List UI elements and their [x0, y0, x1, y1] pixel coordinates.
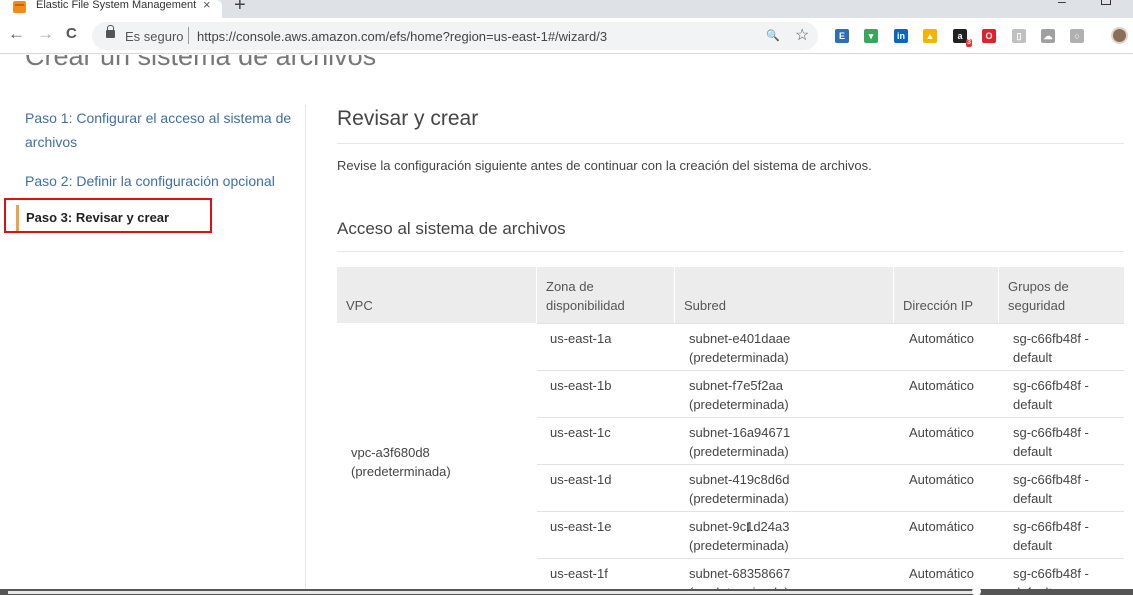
- subnet-cell: subnet-419c8d6d (predeterminada): [689, 472, 790, 506]
- az-cell: us-east-1c: [550, 425, 611, 440]
- step-2-link[interactable]: Paso 2: Definir la configuración opciona…: [25, 169, 295, 193]
- step-3-highlight-box: [4, 198, 212, 233]
- section-divider: [337, 251, 1124, 252]
- pdf-extension-icon[interactable]: ▯: [1012, 29, 1026, 43]
- ip-cell: Automático: [909, 425, 975, 440]
- security-group-cell: sg-c66fb48f - default: [1013, 425, 1089, 459]
- ip-cell: Automático: [909, 378, 975, 393]
- sidebar-divider: [305, 105, 306, 595]
- efs-wizard-page: Crear un sistema de archivos Paso 1: Con…: [0, 55, 1133, 595]
- step-1-link[interactable]: Paso 1: Configurar el acceso al sistema …: [25, 106, 295, 154]
- table-row: us-east-1d subnet-419c8d6d (predeterminad…: [537, 464, 1124, 511]
- window-maximize-button[interactable]: [1101, 0, 1111, 5]
- az-cell: us-east-1e: [550, 519, 612, 534]
- url-text[interactable]: https://console.aws.amazon.com/efs/home?…: [197, 29, 607, 44]
- drive-extension-icon[interactable]: ▲: [923, 29, 937, 43]
- aws-favicon-icon: [13, 1, 26, 13]
- tab-title: Elastic File System Management: [36, 0, 196, 11]
- secure-label: Es seguro: [125, 29, 184, 44]
- security-group-cell: sg-c66fb48f - default: [1013, 331, 1089, 365]
- table-row: us-east-1c subnet-16a94671 (predeterminad…: [537, 417, 1124, 464]
- page-title: Crear un sistema de archivos: [25, 55, 377, 71]
- vpc-cell: vpc-a3f680d8 (predeterminada): [337, 323, 537, 595]
- browser-toolbar: ← → C Es seguro https://console.aws.amaz…: [0, 18, 1133, 54]
- ip-cell: Automático: [909, 519, 975, 534]
- forward-button[interactable]: →: [37, 24, 54, 44]
- security-group-cell: sg-c66fb48f - default: [1013, 519, 1089, 553]
- header-security-groups: Grupos de seguridad: [998, 267, 1124, 323]
- extension-badge: 3: [966, 39, 972, 47]
- subnet-cell: subnet-f7e5f2aa (predeterminada): [689, 378, 789, 412]
- profile-avatar[interactable]: [1111, 27, 1128, 44]
- url-separator: [188, 27, 189, 44]
- opera-extension-icon[interactable]: O: [982, 29, 996, 43]
- e-extension-icon[interactable]: E: [835, 29, 849, 43]
- zoom-icon[interactable]: 🔍: [766, 29, 780, 42]
- window-minimize-button[interactable]: –: [1058, 0, 1066, 9]
- lock-icon: [106, 25, 115, 38]
- header-vpc: VPC: [346, 298, 373, 313]
- az-cell: us-east-1d: [550, 472, 612, 487]
- inbox-extension-icon[interactable]: ▾: [864, 29, 878, 43]
- linkedin-extension-icon[interactable]: in: [894, 29, 908, 43]
- header-ip: Dirección IP: [893, 267, 999, 323]
- back-button[interactable]: ←: [8, 24, 25, 44]
- review-description: Revise la configuración siguiente antes …: [337, 158, 872, 173]
- security-group-cell: sg-c66fb48f - default: [1013, 472, 1089, 506]
- title-divider: [337, 143, 1124, 144]
- az-cell: us-east-1f: [550, 566, 608, 581]
- reload-button[interactable]: C: [66, 24, 77, 44]
- review-title: Revisar y crear: [337, 107, 479, 130]
- header-az: Zona de disponibilidad: [536, 267, 676, 323]
- az-cell: us-east-1b: [550, 378, 612, 393]
- access-section-title: Acceso al sistema de archivos: [337, 219, 566, 238]
- table-row: us-east-1a subnet-e401daae (predeterminad…: [537, 323, 1124, 370]
- header-subnet: Subred: [674, 267, 895, 323]
- address-bar[interactable]: Es seguro https://console.aws.amazon.com…: [92, 22, 818, 50]
- bookmark-star-icon[interactable]: ☆: [795, 25, 809, 45]
- table-row: us-east-1b subnet-f7e5f2aa (predeterminad…: [537, 370, 1124, 417]
- circle-extension-icon[interactable]: ○: [1070, 29, 1084, 43]
- table-header: VPC Zona de disponibilidad Subred Direcc…: [337, 267, 1124, 323]
- browser-tab-strip: Elastic File System Management × + –: [0, 0, 1133, 18]
- subnet-cell: subnet-16a94671 (predeterminada): [689, 425, 791, 459]
- az-cell: us-east-1a: [550, 331, 612, 346]
- ip-cell: Automático: [909, 331, 975, 346]
- subnet-cell: subnet-9c1d24a3 (predeterminada): [689, 519, 790, 553]
- subnet-cell: subnet-e401daae (predeterminada): [689, 331, 791, 365]
- browser-tab[interactable]: Elastic File System Management ×: [0, 0, 222, 18]
- video-progress-fill: [8, 591, 974, 594]
- text-cursor-icon: I: [746, 519, 750, 535]
- ip-cell: Automático: [909, 472, 975, 487]
- tab-close-icon[interactable]: ×: [203, 0, 211, 12]
- vpc-value: vpc-a3f680d8 (predeterminada): [351, 445, 451, 479]
- amazon-extension-icon[interactable]: a3: [953, 29, 972, 47]
- ip-cell: Automático: [909, 566, 975, 581]
- new-tab-button[interactable]: +: [234, 0, 246, 17]
- security-group-cell: sg-c66fb48f - default: [1013, 378, 1089, 412]
- video-progress-knob[interactable]: [972, 587, 981, 595]
- cloud-extension-icon[interactable]: ☁: [1041, 29, 1055, 43]
- table-row: us-east-1e subnet-9c1d24a3 (predeterminad…: [537, 511, 1124, 558]
